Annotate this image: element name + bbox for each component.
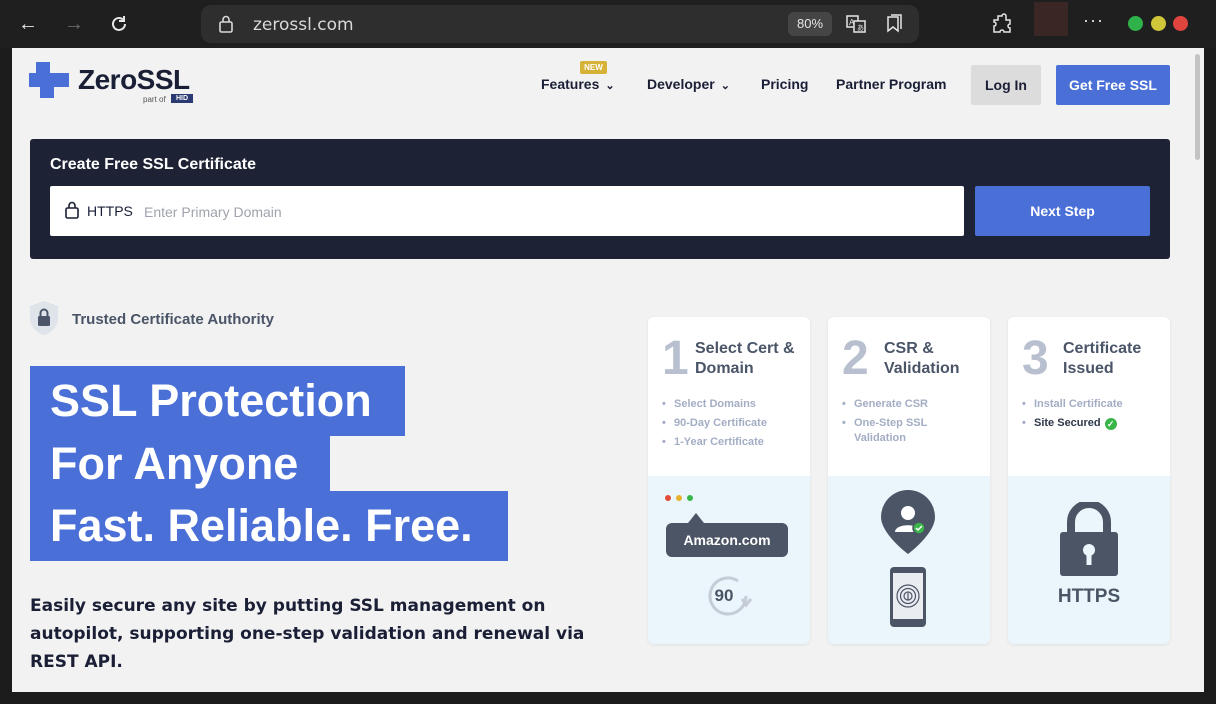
- next-step-button[interactable]: Next Step: [975, 186, 1150, 236]
- close-window-icon[interactable]: [1173, 16, 1188, 31]
- url-text[interactable]: zerossl.com: [253, 15, 354, 35]
- domain-field[interactable]: HTTPS: [50, 186, 964, 236]
- zoom-indicator[interactable]: 80%: [788, 12, 832, 36]
- chevron-down-icon: ⌄: [605, 80, 615, 92]
- step-list: Select Domains 90-Day Certificate 1-Year…: [662, 397, 802, 454]
- shield-icon: [30, 301, 58, 335]
- step-number: 1: [662, 332, 689, 385]
- lock-icon: [219, 15, 233, 33]
- page-viewport: ZeroSSL part of HID NEW Features ⌄ Develo…: [12, 48, 1204, 692]
- svg-text:あ: あ: [857, 24, 864, 32]
- step-list: Install Certificate Site Secured✓: [1022, 397, 1162, 435]
- step-title: Select Cert & Domain: [695, 340, 795, 377]
- nav-developer[interactable]: Developer ⌄: [647, 76, 730, 92]
- more-options-icon[interactable]: ···: [1083, 10, 1104, 31]
- nav-partner-program[interactable]: Partner Program: [836, 76, 946, 92]
- primary-domain-input[interactable]: [144, 201, 844, 223]
- browser-toolbar: ← → zerossl.com 80% Aあ ···: [0, 0, 1216, 48]
- days-label: 90: [714, 586, 734, 605]
- forward-icon[interactable]: →: [60, 10, 88, 38]
- list-item: 90-Day Certificate: [662, 416, 802, 431]
- step-card-1: 1 Select Cert & Domain Select Domains 90…: [648, 317, 810, 644]
- extensions-icon[interactable]: [990, 12, 1014, 36]
- domain-pill: Amazon.com: [666, 523, 788, 557]
- check-circle-icon: ✓: [1104, 418, 1117, 430]
- browser-dots-icon: [665, 495, 693, 501]
- scrollbar-thumb[interactable]: [1195, 54, 1200, 160]
- reload-icon[interactable]: [105, 10, 133, 38]
- site-secured-label: Site Secured: [1034, 417, 1101, 429]
- create-ssl-panel: Create Free SSL Certificate HTTPS Next S…: [30, 139, 1170, 259]
- step-title: CSR & Validation: [884, 340, 960, 377]
- step-list: Generate CSR One-Step SSL Validation: [842, 397, 982, 450]
- logo-text: ZeroSSL: [78, 64, 190, 95]
- maximize-window-icon[interactable]: [1151, 16, 1166, 31]
- list-item: Select Domains: [662, 397, 802, 412]
- minimize-window-icon[interactable]: [1128, 16, 1143, 31]
- address-bar[interactable]: zerossl.com 80% Aあ: [201, 5, 919, 43]
- hid-logo: HID: [171, 94, 193, 103]
- get-free-ssl-button[interactable]: Get Free SSL: [1056, 65, 1170, 105]
- back-icon[interactable]: ←: [14, 10, 42, 38]
- list-item: One-Step SSL Validation: [842, 416, 982, 446]
- logo-mark-icon: [29, 62, 69, 98]
- login-button[interactable]: Log In: [971, 65, 1041, 105]
- svg-text:A: A: [849, 18, 855, 27]
- step-card-3: 3 Certificate Issued Install Certificate…: [1008, 317, 1170, 644]
- step-number: 3: [1022, 332, 1049, 385]
- https-label: HTTPS: [1057, 586, 1121, 607]
- hero-line-3: Fast. Reliable. Free.: [30, 491, 508, 561]
- list-item: 1-Year Certificate: [662, 435, 802, 450]
- step-illustration: Amazon.com 90: [648, 476, 810, 644]
- list-item: Site Secured✓: [1022, 416, 1162, 431]
- profile-avatar[interactable]: [1034, 2, 1068, 36]
- step-number: 2: [842, 332, 869, 385]
- zerossl-logo[interactable]: ZeroSSL part of HID: [29, 62, 201, 104]
- translate-icon[interactable]: Aあ: [845, 13, 867, 35]
- step-illustration: [828, 476, 990, 644]
- fingerprint-phone-icon: [890, 567, 926, 627]
- page-scrollbar[interactable]: [1192, 48, 1204, 692]
- step-title: Certificate Issued: [1063, 340, 1142, 377]
- lock-icon: [65, 201, 79, 219]
- logo-subtext: part of: [143, 95, 166, 104]
- nav-developer-label: Developer: [647, 76, 715, 92]
- trusted-ca-label: Trusted Certificate Authority: [72, 311, 274, 328]
- user-pin-icon: [881, 490, 935, 554]
- favorites-icon[interactable]: [883, 13, 905, 35]
- protocol-label: HTTPS: [87, 203, 133, 219]
- nav-pricing[interactable]: Pricing: [761, 76, 808, 92]
- new-badge: NEW: [580, 61, 607, 74]
- hero-description: Easily secure any site by putting SSL ma…: [30, 596, 585, 672]
- nav-features[interactable]: Features ⌄: [541, 76, 615, 92]
- list-item: Install Certificate: [1022, 397, 1162, 412]
- list-item: Generate CSR: [842, 397, 982, 412]
- chevron-down-icon: ⌄: [720, 80, 730, 92]
- hero-line-2: For Anyone: [30, 429, 330, 499]
- padlock-icon: [1060, 502, 1118, 576]
- hero-line-1: SSL Protection: [30, 366, 405, 436]
- create-ssl-title: Create Free SSL Certificate: [50, 156, 257, 173]
- step-illustration: HTTPS: [1008, 476, 1170, 644]
- step-card-2: 2 CSR & Validation Generate CSR One-Step…: [828, 317, 990, 644]
- pointer-icon: [688, 513, 704, 523]
- nav-features-label: Features: [541, 76, 600, 92]
